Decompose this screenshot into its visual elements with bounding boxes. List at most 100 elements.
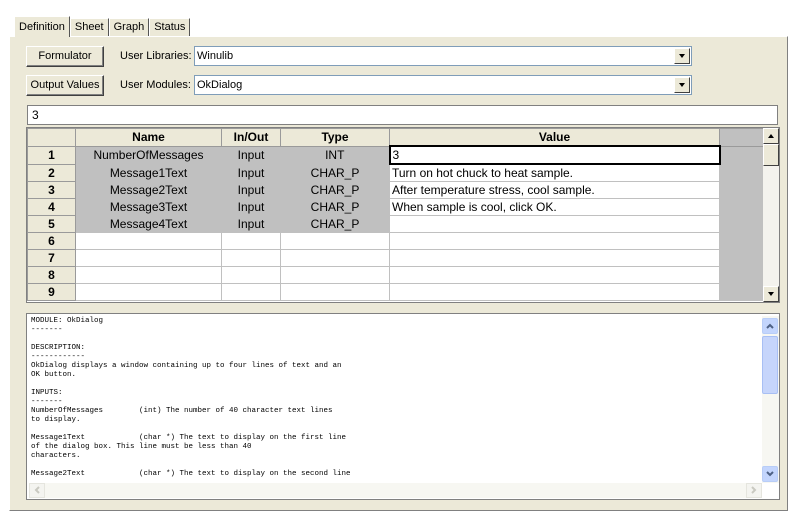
table-row[interactable]: 2 Message1Text Input CHAR_P Turn on hot …	[27, 163, 764, 182]
grid-filler	[719, 145, 764, 165]
row-header[interactable]: 9	[27, 283, 76, 301]
cell-type[interactable]: CHAR_P	[280, 215, 390, 233]
grid-filler	[719, 232, 764, 250]
cell-inout[interactable]	[221, 249, 281, 267]
column-header-name[interactable]: Name	[75, 128, 222, 147]
grid-filler	[719, 163, 764, 182]
tab-status[interactable]: Status	[149, 18, 191, 36]
chevron-up-icon	[766, 323, 774, 329]
description-horizontal-scrollbar[interactable]	[29, 483, 762, 498]
cell-value[interactable]: Turn on hot chuck to heat sample.	[389, 163, 720, 182]
row-header[interactable]: 5	[27, 215, 76, 233]
scroll-up-button[interactable]	[763, 128, 779, 144]
column-header-value[interactable]: Value	[389, 128, 720, 147]
cell-type[interactable]: CHAR_P	[280, 181, 390, 199]
cell-type[interactable]: CHAR_P	[280, 198, 390, 216]
cell-value[interactable]	[389, 232, 720, 250]
tab-graph[interactable]: Graph	[108, 18, 150, 36]
cell-inout[interactable]: Input	[221, 198, 281, 216]
row-header[interactable]: 2	[27, 163, 76, 182]
grid-vertical-scrollbar[interactable]	[763, 128, 779, 302]
cell-inout[interactable]: Input	[221, 181, 281, 199]
row-header[interactable]: 3	[27, 181, 76, 199]
tab-definition[interactable]: Definition	[14, 16, 70, 37]
row-header[interactable]: 4	[27, 198, 76, 216]
cell-name[interactable]: Message3Text	[75, 198, 222, 216]
cell-type[interactable]	[280, 232, 390, 250]
scroll-left-button[interactable]	[29, 483, 45, 498]
table-row[interactable]: 3 Message2Text Input CHAR_P After temper…	[27, 181, 764, 199]
grid-filler	[719, 198, 764, 216]
cell-type[interactable]	[280, 249, 390, 267]
table-row[interactable]: 7	[27, 249, 764, 267]
cell-inout[interactable]: Input	[221, 145, 281, 165]
tab-sheet[interactable]: Sheet	[69, 18, 109, 36]
cell-name[interactable]	[75, 266, 222, 284]
cell-name[interactable]	[75, 232, 222, 250]
cell-type[interactable]: INT	[280, 145, 390, 165]
grid-filler	[719, 181, 764, 199]
cell-value[interactable]	[389, 283, 720, 301]
user-libraries-select[interactable]: Winulib	[194, 46, 692, 66]
cell-inout[interactable]	[221, 232, 281, 250]
grid-filler	[719, 215, 764, 233]
cell-name[interactable]	[75, 249, 222, 267]
grid-filler	[719, 266, 764, 284]
row-header[interactable]: 1	[27, 145, 76, 165]
user-libraries-value: Winulib	[197, 50, 234, 62]
scroll-right-button[interactable]	[746, 483, 762, 498]
formulator-button[interactable]: Formulator	[26, 46, 104, 67]
cell-value-selected[interactable]: 3	[388, 145, 721, 165]
user-modules-value: OkDialog	[197, 79, 243, 91]
cell-name[interactable]	[75, 283, 222, 301]
row-header[interactable]: 6	[27, 232, 76, 250]
table-row[interactable]: 5 Message4Text Input CHAR_P	[27, 215, 764, 233]
scroll-thumb[interactable]	[763, 144, 779, 166]
parameter-table: Name In/Out Type Value 1 NumberOfMessage…	[27, 128, 764, 301]
user-modules-select[interactable]: OkDialog	[194, 75, 692, 95]
cell-inout[interactable]: Input	[221, 215, 281, 233]
cell-inout[interactable]	[221, 283, 281, 301]
module-description[interactable]: MODULE: OkDialog ------- DESCRIPTION: --…	[26, 313, 780, 500]
cell-name[interactable]: Message2Text	[75, 181, 222, 199]
arrow-down-icon	[768, 292, 774, 296]
cell-name[interactable]: NumberOfMessages	[75, 145, 222, 165]
table-row[interactable]: 4 Message3Text Input CHAR_P When sample …	[27, 198, 764, 216]
parameter-grid: Name In/Out Type Value 1 NumberOfMessage…	[26, 127, 780, 303]
tab-strip: Definition Sheet Graph Status	[14, 16, 191, 37]
cell-name[interactable]: Message1Text	[75, 163, 222, 182]
column-header-inout[interactable]: In/Out	[221, 128, 281, 147]
chevron-left-icon	[34, 486, 40, 494]
chevron-down-icon[interactable]	[674, 48, 690, 64]
corner-cell[interactable]	[27, 128, 76, 147]
table-header-row: Name In/Out Type Value	[27, 128, 764, 147]
scroll-down-button[interactable]	[763, 286, 779, 302]
cell-edit-field[interactable]: 3	[27, 105, 778, 125]
column-header-type[interactable]: Type	[280, 128, 390, 147]
cell-type[interactable]: CHAR_P	[280, 163, 390, 182]
row-header[interactable]: 7	[27, 249, 76, 267]
scroll-thumb[interactable]	[762, 336, 778, 394]
scroll-up-button[interactable]	[762, 318, 778, 334]
row-header[interactable]: 8	[27, 266, 76, 284]
grid-filler	[719, 128, 764, 147]
table-row[interactable]: 6	[27, 232, 764, 250]
cell-value[interactable]	[389, 249, 720, 267]
description-vertical-scrollbar[interactable]	[762, 316, 779, 483]
cell-value[interactable]: After temperature stress, cool sample.	[389, 181, 720, 199]
cell-type[interactable]	[280, 283, 390, 301]
cell-inout[interactable]: Input	[221, 163, 281, 182]
scroll-down-button[interactable]	[762, 466, 778, 482]
table-row[interactable]: 9	[27, 283, 764, 301]
cell-value[interactable]	[389, 215, 720, 233]
output-values-button[interactable]: Output Values	[26, 75, 104, 96]
cell-value[interactable]: When sample is cool, click OK.	[389, 198, 720, 216]
table-row[interactable]: 8	[27, 266, 764, 284]
arrow-up-icon	[768, 134, 774, 138]
cell-name[interactable]: Message4Text	[75, 215, 222, 233]
cell-value[interactable]	[389, 266, 720, 284]
cell-inout[interactable]	[221, 266, 281, 284]
cell-type[interactable]	[280, 266, 390, 284]
chevron-down-icon[interactable]	[674, 77, 690, 93]
table-row[interactable]: 1 NumberOfMessages Input INT 3	[27, 145, 764, 165]
